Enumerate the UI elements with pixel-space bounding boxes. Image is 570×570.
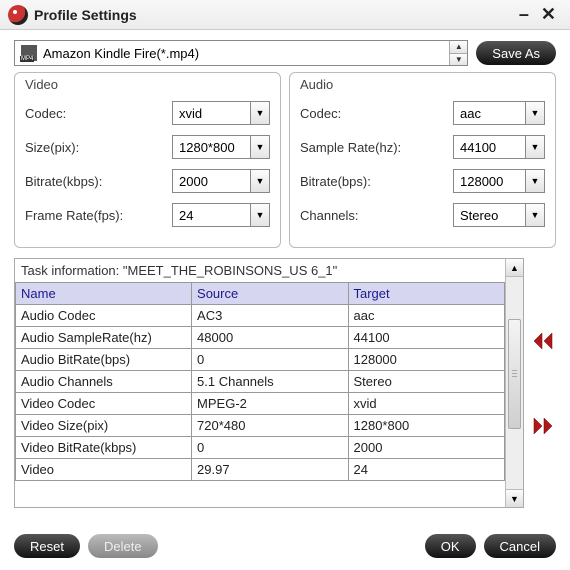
chevron-down-icon[interactable]: ▼ [250,203,270,227]
table-cell: 0 [192,349,348,371]
table-cell: 0 [192,437,348,459]
col-name[interactable]: Name [16,283,192,305]
table-cell: 24 [348,459,505,481]
reset-button[interactable]: Reset [14,534,80,558]
table-cell: Audio BitRate(bps) [16,349,192,371]
table-cell: Video Size(pix) [16,415,192,437]
video-size-combo[interactable]: ▼ [172,135,270,159]
minimize-button[interactable]: – [513,4,535,25]
table-cell: 720*480 [192,415,348,437]
chevron-down-icon[interactable]: ▼ [525,169,545,193]
scroll-down-icon[interactable]: ▼ [506,489,523,507]
table-row[interactable]: Audio SampleRate(hz)4800044100 [16,327,505,349]
footer: Reset Delete OK Cancel [0,524,570,570]
task-scrollbar[interactable]: ▲ ▼ [505,259,523,507]
video-size-input[interactable] [172,135,250,159]
video-codec-combo[interactable]: ▼ [172,101,270,125]
table-row[interactable]: Audio CodecAC3aac [16,305,505,327]
table-cell: Audio Channels [16,371,192,393]
table-cell: Audio Codec [16,305,192,327]
table-cell: AC3 [192,305,348,327]
table-row[interactable]: Video Size(pix)720*4801280*800 [16,415,505,437]
table-cell: MPEG-2 [192,393,348,415]
table-cell: 44100 [348,327,505,349]
audio-bitrate-input[interactable] [453,169,525,193]
video-codec-label: Codec: [25,106,172,121]
col-source[interactable]: Source [192,283,348,305]
table-row[interactable]: Video CodecMPEG-2xvid [16,393,505,415]
audio-rate-input[interactable] [453,135,525,159]
profile-spinner[interactable]: ▲▼ [449,41,467,65]
audio-codec-label: Codec: [300,106,453,121]
video-codec-input[interactable] [172,101,250,125]
video-bitrate-input[interactable] [172,169,250,193]
ok-button[interactable]: OK [425,534,476,558]
table-row[interactable]: Video BitRate(kbps)02000 [16,437,505,459]
table-row[interactable]: Audio Channels5.1 ChannelsStereo [16,371,505,393]
scroll-thumb[interactable] [508,319,521,429]
titlebar: Profile Settings – ✕ [0,0,570,30]
table-cell: Audio SampleRate(hz) [16,327,192,349]
audio-channels-input[interactable] [453,203,525,227]
table-cell: xvid [348,393,505,415]
table-cell: 29.97 [192,459,348,481]
video-legend: Video [25,77,58,92]
chevron-down-icon[interactable]: ▼ [250,101,270,125]
profile-select-value: Amazon Kindle Fire(*.mp4) [43,46,449,61]
chevron-down-icon[interactable]: ▼ [250,169,270,193]
double-chevron-left-icon [531,331,555,351]
task-info-box: Task information: "MEET_THE_ROBINSONS_US… [14,258,524,508]
audio-bitrate-combo[interactable]: ▼ [453,169,545,193]
audio-group: Audio Codec: ▼ Sample Rate(hz): ▼ Bitrate(… [289,72,556,248]
chevron-down-icon[interactable]: ▼ [525,203,545,227]
table-row[interactable]: Video29.9724 [16,459,505,481]
task-table: Name Source Target Audio CodecAC3aacAudi… [15,282,505,481]
scroll-up-icon[interactable]: ▲ [506,259,523,277]
table-cell: Stereo [348,371,505,393]
double-chevron-right-icon [531,416,555,436]
save-as-button[interactable]: Save As [476,41,556,65]
window-title: Profile Settings [34,7,513,23]
cancel-button[interactable]: Cancel [484,534,556,558]
app-icon [8,5,28,25]
video-bitrate-combo[interactable]: ▼ [172,169,270,193]
table-cell: 2000 [348,437,505,459]
col-target[interactable]: Target [348,283,505,305]
chevron-down-icon[interactable]: ▼ [525,135,545,159]
video-fps-combo[interactable]: ▼ [172,203,270,227]
table-cell: 1280*800 [348,415,505,437]
table-cell: Video Codec [16,393,192,415]
video-size-label: Size(pix): [25,140,172,155]
profile-select[interactable]: Amazon Kindle Fire(*.mp4) ▲▼ [14,40,468,66]
chevron-down-icon[interactable]: ▼ [525,101,545,125]
task-info-title: Task information: "MEET_THE_ROBINSONS_US… [15,259,505,282]
audio-codec-input[interactable] [453,101,525,125]
table-cell: aac [348,305,505,327]
video-bitrate-label: Bitrate(kbps): [25,174,172,189]
mp4-icon [21,45,37,61]
table-cell: 48000 [192,327,348,349]
next-task-button[interactable] [531,416,555,436]
close-button[interactable]: ✕ [535,4,562,25]
video-fps-label: Frame Rate(fps): [25,208,172,223]
audio-bitrate-label: Bitrate(bps): [300,174,453,189]
audio-rate-label: Sample Rate(hz): [300,140,453,155]
audio-channels-label: Channels: [300,208,453,223]
chevron-down-icon[interactable]: ▼ [250,135,270,159]
table-cell: Video BitRate(kbps) [16,437,192,459]
audio-rate-combo[interactable]: ▼ [453,135,545,159]
audio-codec-combo[interactable]: ▼ [453,101,545,125]
table-cell: 5.1 Channels [192,371,348,393]
video-fps-input[interactable] [172,203,250,227]
audio-channels-combo[interactable]: ▼ [453,203,545,227]
table-row[interactable]: Audio BitRate(bps)0128000 [16,349,505,371]
table-cell: Video [16,459,192,481]
delete-button: Delete [88,534,158,558]
prev-task-button[interactable] [531,331,555,351]
table-cell: 128000 [348,349,505,371]
audio-legend: Audio [300,77,333,92]
video-group: Video Codec: ▼ Size(pix): ▼ Bitrate(kbps):… [14,72,281,248]
